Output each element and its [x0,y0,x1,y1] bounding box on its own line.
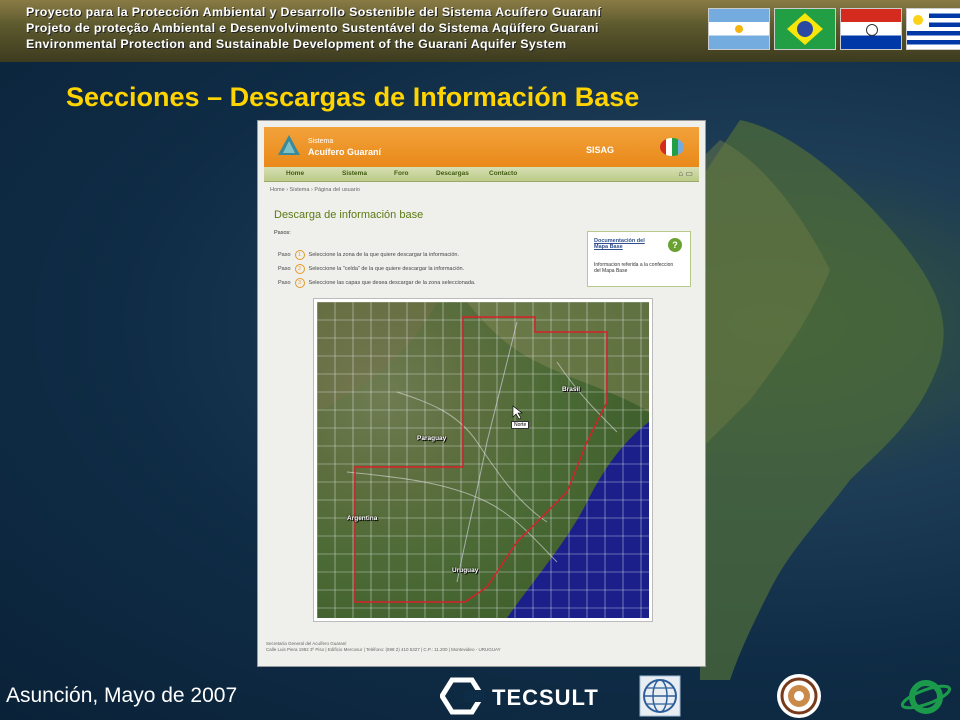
map-overlay [317,302,649,618]
breadcrumb: Home › Sistema › Página del usuario [270,187,360,193]
step-2: Paso 2 Seleccione la "celda" de la que qui… [278,264,464,274]
uruguay-flag [906,8,960,50]
nav-sistema[interactable]: Sistema [342,170,367,177]
river-line [456,321,518,583]
site-footer: Secretaría General del Acuífero Guaraní … [266,641,501,653]
step-3: Paso 3 Seleccione las capas que desea desc… [278,278,476,288]
border-line [346,471,558,563]
step-label: Paso [278,266,291,272]
step-text: Seleccione la zona de la que quiere desc… [308,252,459,258]
label-paraguay: Paraguay [417,435,447,442]
label-brasil: Brasil [562,386,581,393]
step-1: Paso 1 Seleccione la zona de la que quiere… [278,250,459,260]
step-label: Paso [278,252,291,258]
brazil-flag [774,8,836,50]
banner-line-es: Proyecto para la Protección Ambiental y … [26,5,602,19]
argentina-flag [708,8,770,50]
world-bank-logo-icon [639,675,681,717]
step-label: Paso [278,280,291,286]
banner-line-en: Environmental Protection and Sustainable… [26,37,567,51]
slide-title: Secciones – Descargas de Información Bas… [66,82,640,112]
step-number: 1 [294,250,305,260]
documentation-description: Informacion referida a la confeccion del… [594,262,674,274]
help-icon[interactable]: ? [668,238,682,252]
paraguay-flag [840,8,902,50]
nav-foro[interactable]: Foro [394,170,408,177]
documentation-link[interactable]: Documentación del Mapa Base [594,238,654,250]
page-title: Descarga de información base [274,209,424,221]
app-name: SISAG [586,145,615,155]
footer-address: Calle Luis Piera 1992 3º Piso | Edificio… [266,647,501,652]
app-header: Sistema Acuífero Guaraní SISAG [264,127,699,167]
banner-text: Proyecto para la Protección Ambiental y … [26,4,706,52]
border-line [396,391,548,523]
top-banner: Proyecto para la Protección Ambiental y … [0,0,960,62]
tecsult-logo-icon [440,677,484,715]
tecsult-wordmark: TECSULT [492,685,599,710]
steps-label: Pasos: [274,230,291,236]
main-nav: Home Sistema Foro Descargas Contacto ⌂ ▭ [264,167,699,182]
home-print-icons[interactable]: ⌂ ▭ [678,169,693,178]
label-argentina: Argentina [347,515,378,522]
cursor-icon [512,405,523,420]
oas-logo-icon [777,674,821,718]
cursor-tooltip: Norte [511,421,530,429]
flags-globe-icon [660,138,684,156]
satellite-map[interactable]: Brasil Paraguay Argentina Uruguay Norte [317,302,649,618]
step-text: Seleccione las capas que desea descargar… [308,280,476,286]
sag-logo-icon [278,135,300,155]
banner-line-pt: Projeto de proteção Ambiental e Desenvol… [26,21,599,35]
south-america-background [700,120,944,680]
label-uruguay: Uruguay [452,567,479,574]
step-number: 2 [294,264,305,274]
website-screenshot: Sistema Acuífero Guaraní SISAG Home Sist… [257,120,706,667]
step-text: Seleccione la "celda" de la que quiere d… [308,266,465,272]
step-number: 3 [294,278,305,288]
flags-row [708,8,960,50]
nav-contacto[interactable]: Contacto [489,170,517,177]
nav-home[interactable]: Home [286,170,304,177]
gef-logo-icon [900,680,952,714]
nav-descargas[interactable]: Descargas [436,170,469,177]
logo-subtitle: Sistema [308,138,334,145]
place-date: Asunción, Mayo de 2007 [6,684,238,707]
ocean-area [507,422,649,618]
documentation-box: Documentación del Mapa Base ? Informacio… [587,231,691,287]
terrain-shade [467,302,649,412]
logo-title: Acuífero Guaraní [308,147,382,157]
map-frame: Brasil Paraguay Argentina Uruguay Norte [313,298,653,622]
